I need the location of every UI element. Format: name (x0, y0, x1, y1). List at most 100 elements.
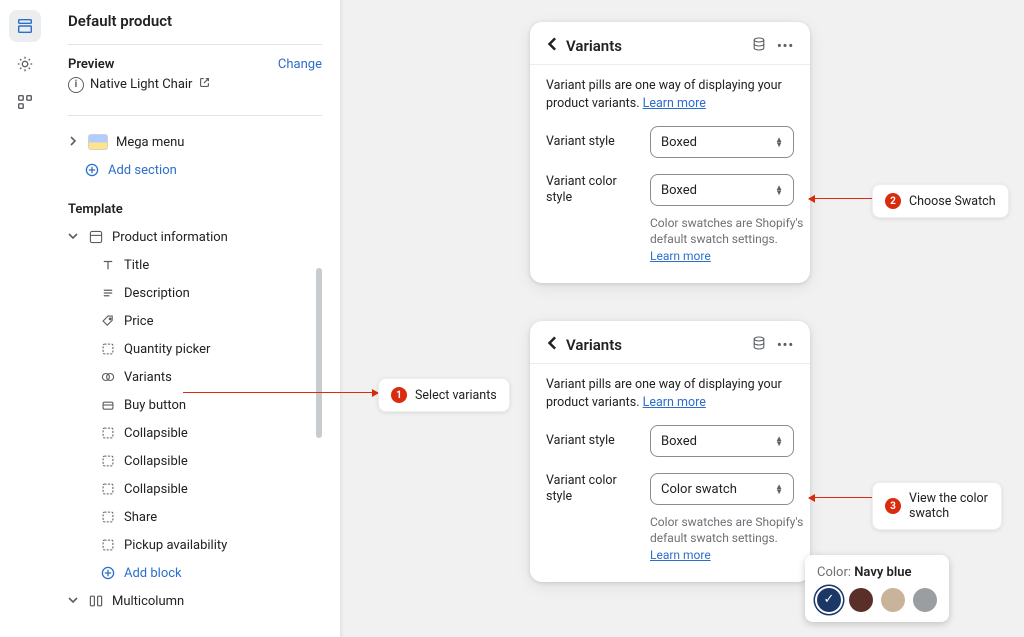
add-block[interactable]: Add block (68, 559, 316, 587)
block-description[interactable]: Description (68, 279, 316, 307)
annotation-badge: 3 (885, 498, 901, 514)
annotation-badge: 2 (885, 193, 901, 209)
card-desc: Variant pills are one way of displaying … (546, 376, 794, 411)
variant-color-row: Variant color style Boxed ▲▼ (546, 174, 794, 207)
product-info-label: Product information (112, 230, 228, 245)
annotation-1: 1 Select variants (378, 378, 510, 412)
variant-style-label: Variant style (546, 134, 636, 150)
variant-color-row: Variant color style Color swatch ▲▼ (546, 473, 794, 506)
block-collapsible-1[interactable]: Collapsible (68, 419, 316, 447)
annotation-arrow-1 (183, 392, 378, 393)
preview-label: Preview (68, 57, 114, 72)
variants-card-2: Variants ••• Variant pills are one way o… (530, 321, 810, 582)
template-heading: Template (68, 202, 316, 217)
block-pickup[interactable]: Pickup availability (68, 531, 316, 559)
learn-more-link[interactable]: Learn more (643, 395, 706, 410)
block-price[interactable]: Price (68, 307, 316, 335)
select-arrows-icon: ▲▼ (775, 484, 783, 494)
divider (68, 44, 322, 45)
collapsible-icon (100, 425, 116, 441)
database-icon[interactable] (751, 36, 767, 56)
add-section-label: Add section (108, 163, 177, 178)
block-collapsible-3[interactable]: Collapsible (68, 475, 316, 503)
more-icon[interactable]: ••• (777, 39, 794, 54)
collapsible-icon (100, 481, 116, 497)
database-icon[interactable] (751, 335, 767, 355)
chevron-right-icon (68, 135, 80, 150)
annotation-2: 2 Choose Swatch (872, 184, 1009, 218)
variant-style-row: Variant style Boxed ▲▼ (546, 425, 794, 457)
swatch-grey[interactable] (913, 588, 937, 612)
back-chevron-icon[interactable] (546, 37, 560, 55)
divider (68, 115, 322, 116)
variant-style-row: Variant style Boxed ▲▼ (546, 126, 794, 158)
share-icon (100, 509, 116, 525)
variant-color-label: Variant color style (546, 473, 636, 506)
plus-circle-icon (100, 565, 116, 581)
annotation-arrow-3 (809, 497, 875, 498)
scrollbar-thumb[interactable] (316, 268, 322, 438)
preview-product[interactable]: i Native Light Chair (68, 76, 322, 93)
section-tree: Mega menu Add section Template Product i… (68, 128, 322, 637)
variant-color-select[interactable]: Boxed ▲▼ (650, 174, 794, 206)
select-arrows-icon: ▲▼ (775, 185, 783, 195)
helper-text: Color swatches are Shopify's default swa… (650, 215, 810, 265)
swatch-navy[interactable]: ✓ (817, 588, 841, 612)
quantity-icon (100, 341, 116, 357)
chevron-down-icon (68, 594, 80, 609)
plus-circle-icon (84, 162, 100, 178)
theme-sidebar: Default product Preview Change i Native … (50, 0, 340, 637)
variant-style-label: Variant style (546, 433, 636, 449)
swatch-color-line: Color: Navy blue (817, 565, 937, 580)
pickup-icon (100, 537, 116, 553)
select-arrows-icon: ▲▼ (775, 436, 783, 446)
sidebar-title: Default product (68, 12, 322, 40)
learn-more-link[interactable]: Learn more (650, 249, 711, 263)
learn-more-link[interactable]: Learn more (650, 548, 711, 562)
rail-settings-icon[interactable] (9, 48, 41, 80)
annotation-arrow-2 (809, 198, 875, 199)
block-quantity[interactable]: Quantity picker (68, 335, 316, 363)
learn-more-link[interactable]: Learn more (643, 96, 706, 111)
variant-color-select[interactable]: Color swatch ▲▼ (650, 473, 794, 505)
product-name: Native Light Chair (90, 77, 192, 92)
card-desc: Variant pills are one way of displaying … (546, 77, 794, 112)
block-share[interactable]: Share (68, 503, 316, 531)
rail-sections-icon[interactable] (9, 10, 41, 42)
variant-style-select[interactable]: Boxed ▲▼ (650, 126, 794, 158)
price-icon (100, 313, 116, 329)
variants-card-1: Variants ••• Variant pills are one way o… (530, 22, 810, 283)
mega-menu-label: Mega menu (116, 135, 184, 150)
block-collapsible-2[interactable]: Collapsible (68, 447, 316, 475)
variant-style-select[interactable]: Boxed ▲▼ (650, 425, 794, 457)
description-icon (100, 285, 116, 301)
swatch-brown[interactable] (849, 588, 873, 612)
card-title: Variants (566, 336, 622, 354)
rail-apps-icon[interactable] (9, 86, 41, 118)
change-link[interactable]: Change (278, 57, 322, 72)
annotation-3: 3 View the color swatch (872, 482, 1002, 530)
card-title: Variants (566, 37, 622, 55)
select-arrows-icon: ▲▼ (775, 137, 783, 147)
tree-multicolumn[interactable]: Multicolumn (68, 587, 316, 615)
multicolumn-icon (88, 593, 104, 609)
swatch-tan[interactable] (881, 588, 905, 612)
title-icon (100, 257, 116, 273)
section-icon (88, 229, 104, 245)
collapsible-icon (100, 453, 116, 469)
chevron-down-icon (68, 230, 80, 245)
add-section[interactable]: Add section (68, 156, 316, 184)
external-link-icon (198, 76, 211, 93)
back-chevron-icon[interactable] (546, 336, 560, 354)
block-variants[interactable]: Variants (68, 363, 316, 391)
tree-mega-menu[interactable]: Mega menu (68, 128, 316, 156)
info-icon: i (68, 77, 84, 93)
block-title[interactable]: Title (68, 251, 316, 279)
swatch-list: ✓ (817, 588, 937, 612)
more-icon[interactable]: ••• (777, 338, 794, 353)
helper-text: Color swatches are Shopify's default swa… (650, 514, 810, 564)
block-buy-button[interactable]: Buy button (68, 391, 316, 419)
swatch-tooltip: Color: Navy blue ✓ (805, 555, 949, 622)
buy-icon (100, 397, 116, 413)
tree-product-info[interactable]: Product information (68, 223, 316, 251)
